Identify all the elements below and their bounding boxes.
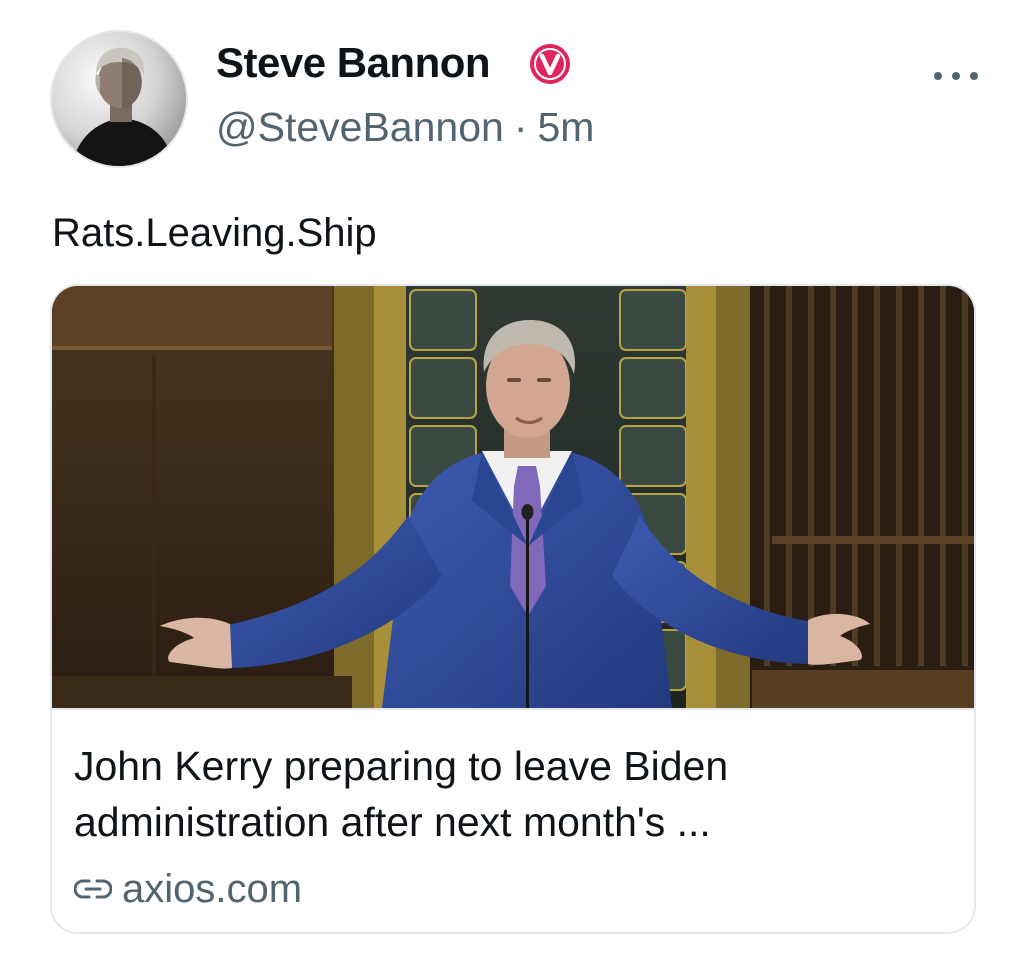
avatar-image — [52, 32, 186, 166]
more-options-button[interactable] — [926, 58, 986, 94]
card-title-line-1: John Kerry preparing to leave Biden — [74, 743, 729, 789]
link-icon — [74, 879, 112, 899]
card-divider — [52, 708, 974, 710]
card-image[interactable] — [52, 286, 974, 708]
meta-separator: · — [513, 104, 528, 150]
verified-badge-icon — [530, 44, 570, 84]
social-post: Steve Bannon @SteveBannon · 5m Rats.Leavin… — [0, 0, 1024, 956]
author-avatar[interactable] — [52, 32, 186, 166]
post-timestamp[interactable]: 5m — [537, 104, 594, 150]
author-display-name[interactable]: Steve Bannon — [216, 38, 491, 88]
card-source[interactable]: axios.com — [74, 864, 302, 914]
card-domain: axios.com — [122, 867, 303, 911]
post-text: Rats.Leaving.Ship — [52, 211, 377, 255]
author-handle[interactable]: @SteveBannon — [216, 104, 504, 150]
card-title[interactable]: John Kerry preparing to leave Biden admi… — [74, 738, 954, 850]
card-title-line-2: administration after next month's ... — [74, 799, 711, 845]
link-preview-card[interactable]: John Kerry preparing to leave Biden admi… — [50, 284, 976, 934]
author-meta: @SteveBannon · 5m — [216, 102, 594, 152]
more-options-icon — [934, 72, 978, 80]
card-photo — [52, 286, 974, 708]
